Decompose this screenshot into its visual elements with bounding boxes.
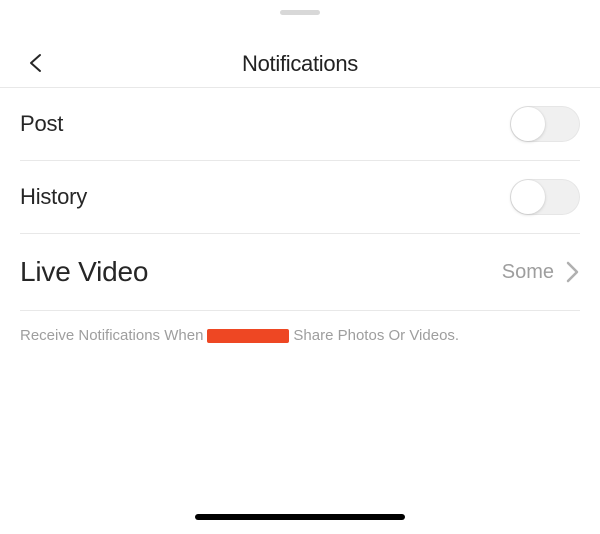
row-label-post: Post <box>20 111 63 137</box>
home-indicator[interactable] <box>195 514 405 520</box>
row-value-live: Some <box>502 261 554 284</box>
toggle-knob <box>511 180 545 214</box>
back-button[interactable] <box>26 53 46 73</box>
row-post: Post <box>20 88 580 161</box>
chevron-left-icon <box>26 53 46 73</box>
footer-suffix: Share Photos Or Videos. <box>293 327 459 344</box>
row-live-video[interactable]: Live Video Some <box>20 234 580 311</box>
footer-prefix: Receive Notifications When <box>20 327 203 344</box>
row-label-live: Live Video <box>20 256 148 288</box>
toggle-knob <box>511 107 545 141</box>
page-title: Notifications <box>242 51 358 77</box>
row-history: History <box>20 161 580 234</box>
row-label-history: History <box>20 184 87 210</box>
toggle-post[interactable] <box>510 106 580 142</box>
chevron-right-icon <box>566 260 580 284</box>
toggle-history[interactable] <box>510 179 580 215</box>
header: Notifications <box>0 0 600 88</box>
footer-description: Receive Notifications When Share Photos … <box>20 311 580 360</box>
redacted-name <box>207 329 289 343</box>
